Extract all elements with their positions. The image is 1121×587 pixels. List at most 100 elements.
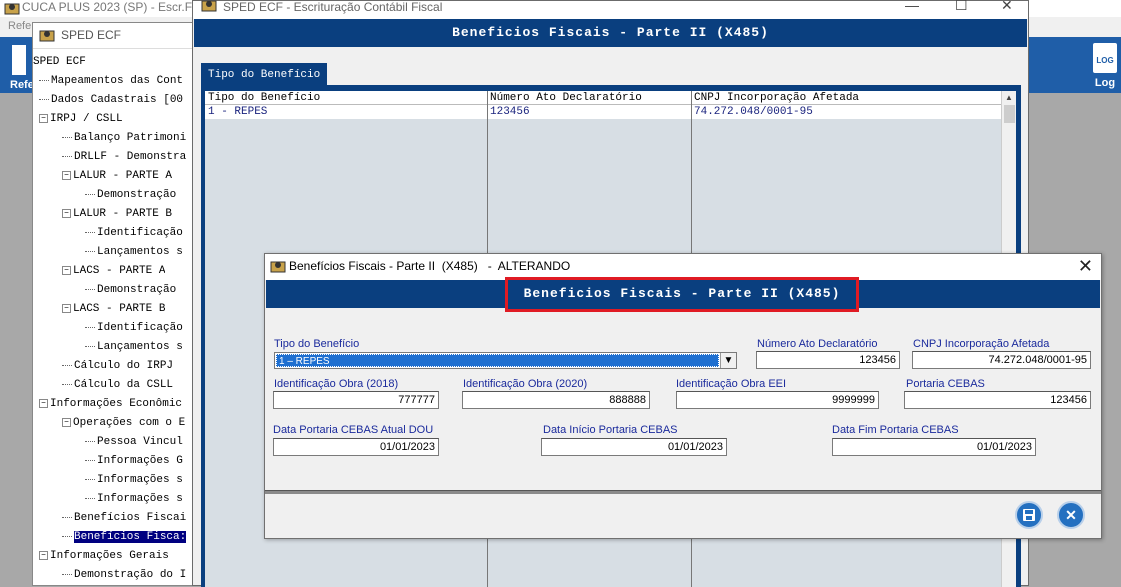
tree-item-label: DRLLF - Demonstra [74,151,187,163]
grid-cell[interactable]: 123456 [487,105,691,119]
tree-item-label: Identificação [97,227,183,239]
collapse-icon[interactable]: − [62,417,71,427]
grid-column-header[interactable]: Número Ato Declaratório [487,91,691,105]
tipo-beneficio-value: 1 – REPES [276,354,719,367]
tree-window-title: SPED ECF [61,28,122,42]
tipo-beneficio-select[interactable]: 1 – REPES ▼ [274,352,737,369]
dialog-header-title: Beneficios Fiscais - Parte II (X485) [505,277,859,312]
collapse-icon[interactable]: − [62,170,71,180]
log-button[interactable]: LOG Log [1090,40,1120,93]
tree-item[interactable]: SPED ECF [33,53,86,72]
obra-2020-field[interactable]: 888888 [462,391,650,409]
tree-item-label: Benefícios Fisca: [74,531,187,543]
tree-connector [85,440,95,442]
tree-item[interactable]: Cálculo do IRPJ [62,357,173,376]
tree-item[interactable]: Balanço Patrimoni [62,129,186,148]
obra-eei-field[interactable]: 9999999 [676,391,879,409]
app-icon [39,30,55,42]
cancel-button[interactable]: ✕ [1057,501,1085,529]
grid-cell[interactable]: 74.272.048/0001-95 [691,105,1001,119]
scroll-thumb[interactable] [1004,105,1015,123]
tree-connector [39,79,49,81]
chevron-down-icon[interactable]: ▼ [720,353,736,368]
tree-window: SPED ECF SPED ECF Mapeamentos das Cont Dad… [32,22,202,586]
numero-ato-field[interactable]: 123456 [756,351,900,369]
portaria-cebas-label: Portaria CEBAS [906,378,985,390]
collapse-icon[interactable]: − [39,398,48,408]
portaria-cebas-field[interactable]: 123456 [904,391,1091,409]
tree-item[interactable]: Identificação [85,319,183,338]
tree-item[interactable]: Demonstração [85,186,176,205]
tree-connector [85,193,95,195]
tree-item[interactable]: Informações G [85,452,183,471]
tree-item-label: Informações s [97,474,183,486]
tree-item[interactable]: − LALUR - PARTE B [62,205,172,224]
tree-item[interactable]: DRLLF - Demonstra [62,148,186,167]
numero-ato-label: Número Ato Declaratório [757,338,878,350]
ribbon-label[interactable]: Refe [10,79,34,91]
tree-item[interactable]: Informações s [85,490,183,509]
log-button-label: Log [1094,77,1116,89]
collapse-icon[interactable]: − [62,265,71,275]
tree-item[interactable]: Lançamentos s [85,243,183,262]
ribbon-icon[interactable] [12,45,26,75]
tree-item-label: Cálculo da CSLL [74,379,174,391]
obra-2018-field[interactable]: 777777 [273,391,439,409]
data-inicio-field[interactable]: 01/01/2023 [541,438,727,456]
close-icon[interactable]: ✕ [1001,0,1013,12]
menu-item[interactable]: Refe [8,20,31,32]
tree-item[interactable]: − Informações Econômic [39,395,182,414]
tree-item[interactable]: Benefícios Fisca: [62,528,187,547]
tree-item[interactable]: Demonstração [85,281,176,300]
app-icon [4,3,20,15]
maximize-icon[interactable]: ☐ [955,0,968,12]
tab-tipo-beneficio[interactable]: Tipo do Benefício [201,63,328,85]
grid-column-header[interactable]: Tipo do Benefício [205,91,487,105]
tipo-beneficio-label: Tipo do Benefício [274,338,360,350]
tree-connector [62,535,72,537]
tree-item[interactable]: − LACS - PARTE B [62,300,165,319]
collapse-icon[interactable]: − [62,208,71,218]
obra-2018-label: Identificação Obra (2018) [274,378,399,390]
tree-item-label: IRPJ / CSLL [50,113,123,125]
collapse-icon[interactable]: − [62,303,71,313]
tree-item[interactable]: Mapeamentos das Cont [39,72,183,91]
tree-item-label: Balanço Patrimoni [74,132,187,144]
close-icon[interactable]: ✕ [1078,256,1093,276]
collapse-icon[interactable]: − [39,113,48,123]
tree-connector [85,231,95,233]
tree-connector [85,250,95,252]
tree-connector [62,155,72,157]
tree-item[interactable]: Benefícios Fiscai [62,509,186,528]
tree-item[interactable]: Lançamentos s [85,338,183,357]
tree-item[interactable]: − IRPJ / CSLL [39,110,123,129]
tree-item[interactable]: Informações s [85,471,183,490]
data-fim-field[interactable]: 01/01/2023 [832,438,1036,456]
tree-item[interactable]: Identificação [85,224,183,243]
tree-item[interactable]: Cálculo da CSLL [62,376,173,395]
main-window-title: SPED ECF - Escrituração Contábil Fiscal [223,0,443,14]
tree-connector [85,326,95,328]
tree-item-label: LACS - PARTE B [73,303,166,315]
tree-item-label: Benefícios Fiscai [74,512,187,524]
scroll-up-icon[interactable]: ▲ [1002,91,1016,105]
grid-cell[interactable]: 1 - REPES [205,105,487,119]
app-icon [270,261,286,273]
tree-item[interactable]: Pessoa Vincul [85,433,183,452]
cnpj-field[interactable]: 74.272.048/0001-95 [912,351,1091,369]
tree-item[interactable]: − LALUR - PARTE A [62,167,172,186]
tree-item[interactable]: − Informações Gerais [39,547,169,566]
minimize-icon[interactable]: — [905,0,919,12]
tree-item[interactable]: Dados Cadastrais [00 [39,91,183,110]
collapse-icon[interactable]: − [39,550,48,560]
tree-item-label: Cálculo do IRPJ [74,360,174,372]
tree-item[interactable]: − LACS - PARTE A [62,262,165,281]
tree-item-label: Pessoa Vincul [97,436,183,448]
tree-item[interactable]: Demonstração do I [62,566,186,585]
tree-connector [62,573,72,575]
grid-column-header[interactable]: CNPJ Incorporação Afetada [691,91,1001,105]
data-portaria-dou-field[interactable]: 01/01/2023 [273,438,439,456]
tree-item[interactable]: − Operações com o E [62,414,185,433]
save-button[interactable] [1015,501,1043,529]
tree-connector [85,459,95,461]
